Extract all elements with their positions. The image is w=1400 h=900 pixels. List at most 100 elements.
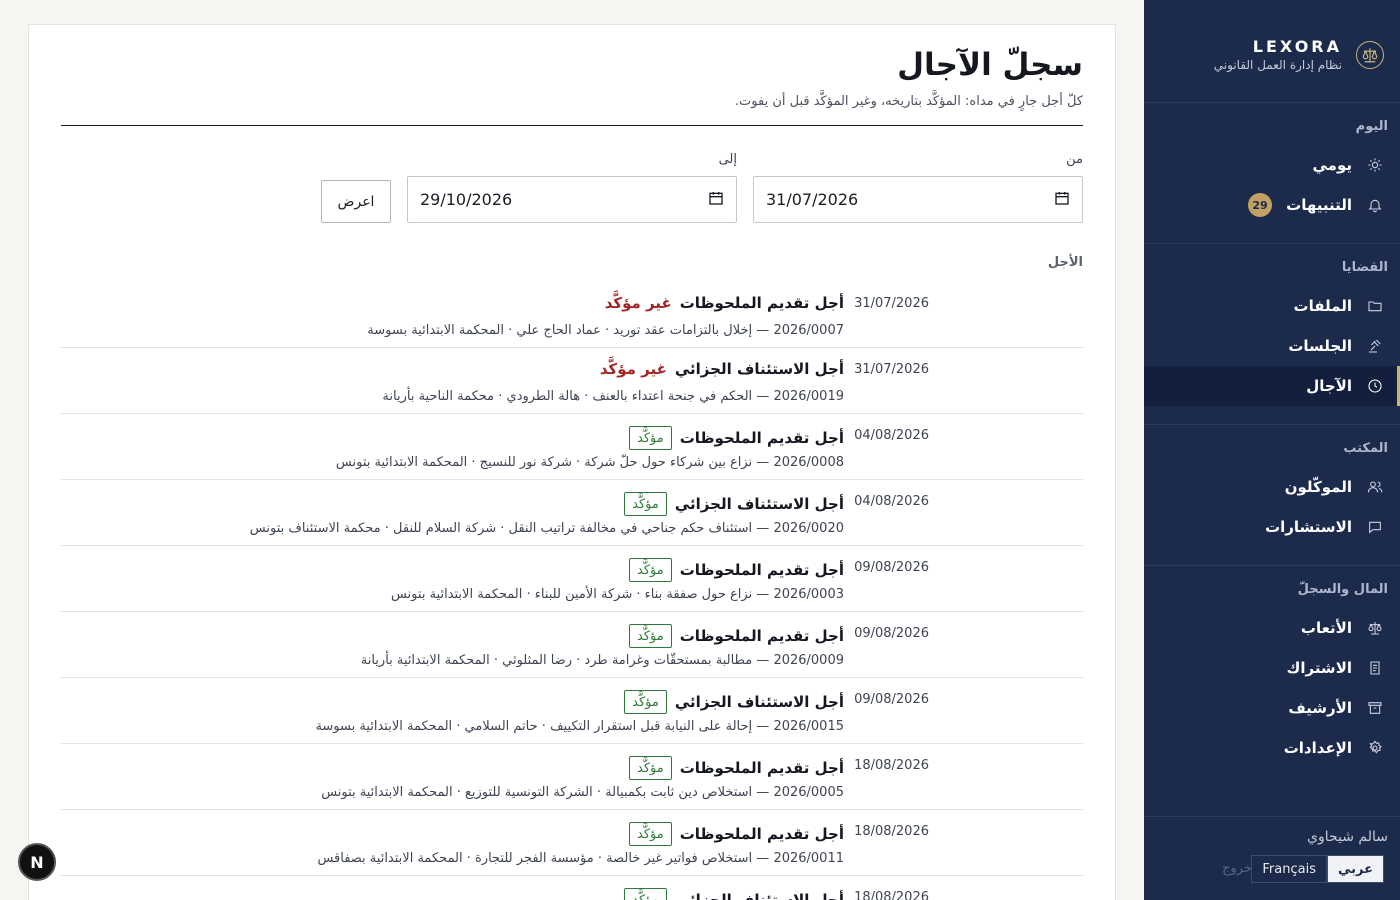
deadlines-panel: سجلّ الآجال كلّ أجل جارٍ في مداه: المؤكَ… — [28, 24, 1116, 900]
scale-icon — [1366, 619, 1384, 637]
brand-name: LEXORA — [1252, 37, 1342, 56]
calendar-icon[interactable] — [708, 190, 724, 210]
scale-logo-icon — [1356, 41, 1384, 69]
status-badge: غير مؤكَّد — [604, 294, 672, 312]
deadline-date: 18/08/2026 — [854, 890, 929, 900]
sidebar-item-subscription[interactable]: الاشتراك — [1144, 648, 1400, 688]
deadline-row[interactable]: 18/08/2026 أجل تقديم الملحوظات مؤكَّد 2026/… — [61, 744, 1083, 810]
lang-french-button[interactable]: Français — [1251, 855, 1327, 883]
deadline-title-line: أجل الاستئناف الجزائي مؤكَّد — [624, 888, 844, 900]
show-button[interactable]: اعرض — [321, 180, 391, 223]
sidebar-item-label: الإعدادات — [1283, 739, 1352, 757]
sidebar-item-hearings[interactable]: الجلسات — [1144, 326, 1400, 366]
deadline-title-line: أجل الاستئناف الجزائي مؤكَّد — [624, 690, 844, 714]
deadline-case-details: 2026/0007 — إخلال بالتزامات عقد توريد · … — [367, 323, 844, 338]
from-date-input[interactable]: 31/07/2026 — [753, 176, 1083, 223]
deadline-title: أجل تقديم الملحوظات — [679, 759, 844, 777]
deadline-column-header: الأجل — [1047, 255, 1083, 270]
user-name: سالم شيحاوي — [1306, 829, 1388, 845]
deadline-date: 09/08/2026 — [854, 626, 929, 641]
user-area: سالم شيحاوي عربي Français خروج — [1144, 816, 1400, 900]
sidebar-item-consultations[interactable]: الاستشارات — [1144, 507, 1400, 547]
sidebar-item-alerts[interactable]: التنبيهات 29 — [1144, 185, 1400, 225]
sidebar-item-settings[interactable]: الإعدادات — [1144, 728, 1400, 768]
deadline-title: أجل تقديم الملحوظات — [679, 294, 844, 312]
deadline-title-line: أجل تقديم الملحوظات غير مؤكَّد — [605, 294, 844, 312]
deadline-row[interactable]: 31/07/2026 أجل تقديم الملحوظات غير مؤكَّد 2… — [61, 282, 1083, 348]
deadline-case-details: 2026/0008 — نزاع بين شركاء حول حلّ شركة … — [335, 455, 844, 470]
deadline-date: 09/08/2026 — [854, 692, 929, 707]
deadline-title-line: أجل تقديم الملحوظات مؤكَّد — [629, 426, 844, 450]
sidebar-item-label: الآجال — [1306, 377, 1352, 395]
status-badge: مؤكَّد — [624, 888, 667, 900]
deadline-title: أجل الاستئناف الجزائي — [674, 693, 844, 711]
status-badge: مؤكَّد — [624, 690, 667, 714]
page-subtitle: كلّ أجل جارٍ في مداه: المؤكَّد بتاريخه، … — [734, 94, 1083, 109]
sidebar-item-label: الموكّلون — [1284, 478, 1352, 496]
sidebar-item-deadlines[interactable]: الآجال — [1144, 366, 1400, 406]
sidebar-item-label: الاشتراك — [1286, 659, 1352, 677]
nav-section-cases: القضايا الملفات الجلسات الآجال — [1144, 244, 1400, 425]
sidebar-item-label: الاستشارات — [1265, 518, 1352, 536]
title-divider — [61, 125, 1083, 126]
archive-icon — [1366, 699, 1384, 717]
deadline-title-line: أجل الاستئناف الجزائي غير مؤكَّد — [600, 360, 844, 378]
sidebar-item-label: الأرشيف — [1288, 699, 1352, 717]
status-badge: مؤكَّد — [629, 822, 672, 846]
deadline-list: 31/07/2026 أجل تقديم الملحوظات غير مؤكَّد 2… — [61, 282, 1083, 900]
sidebar-item-daily[interactable]: يومي — [1144, 145, 1400, 185]
sidebar-item-clients[interactable]: الموكّلون — [1144, 467, 1400, 507]
status-badge: مؤكَّد — [629, 756, 672, 780]
sidebar-item-fees[interactable]: الأتعاب — [1144, 608, 1400, 648]
from-date-value: 31/07/2026 — [766, 190, 859, 209]
deadline-row[interactable]: 31/07/2026 أجل الاستئناف الجزائي غير مؤكَّ… — [61, 348, 1083, 414]
deadline-case-details: 2026/0009 — مطالبة بمستحقّات وغرامة طرد … — [360, 653, 844, 668]
to-date-value: 29/10/2026 — [420, 190, 513, 209]
sidebar-item-label: يومي — [1312, 156, 1353, 174]
nav-heading: اليوم — [1355, 119, 1388, 134]
to-date-input[interactable]: 29/10/2026 — [407, 176, 737, 223]
page-title: سجلّ الآجال — [897, 47, 1083, 83]
deadline-row[interactable]: 09/08/2026 أجل الاستئناف الجزائي مؤكَّد 202… — [61, 678, 1083, 744]
nav-section-finance: المال والسجلّ الأتعاب الاشتراك الأرشيف ا… — [1144, 566, 1400, 786]
deadline-case-details: 2026/0005 — استخلاص دين ثابت بكمبيالة · … — [321, 785, 844, 800]
deadline-row[interactable]: 04/08/2026 أجل تقديم الملحوظات مؤكَّد 2026/… — [61, 414, 1083, 480]
deadline-case-details: 2026/0011 — استخلاص فواتير غير خالصة · م… — [317, 851, 844, 866]
sidebar-item-archive[interactable]: الأرشيف — [1144, 688, 1400, 728]
deadline-date: 31/07/2026 — [854, 296, 929, 311]
deadline-title: أجل الاستئناف الجزائي — [674, 360, 844, 378]
status-badge: غير مؤكَّد — [599, 360, 667, 378]
deadline-row[interactable]: 09/08/2026 أجل تقديم الملحوظات مؤكَّد 2026/… — [61, 546, 1083, 612]
brand-subtitle: نظام إدارة العمل القانوني — [1213, 58, 1342, 72]
deadline-row[interactable]: 09/08/2026 أجل تقديم الملحوظات مؤكَّد 2026/… — [61, 612, 1083, 678]
to-label: إلى — [718, 152, 737, 167]
nav-heading: المال والسجلّ — [1297, 582, 1388, 597]
deadline-title-line: أجل تقديم الملحوظات مؤكَّد — [629, 558, 844, 582]
lang-arabic-button[interactable]: عربي — [1326, 855, 1384, 883]
language-switcher: عربي Français — [1251, 855, 1384, 883]
sidebar-item-label: الملفات — [1293, 297, 1352, 315]
deadline-row[interactable]: 04/08/2026 أجل الاستئناف الجزائي مؤكَّد 202… — [61, 480, 1083, 546]
deadline-row[interactable]: 18/08/2026 أجل تقديم الملحوظات مؤكَّد 2026/… — [61, 810, 1083, 876]
deadline-row[interactable]: 18/08/2026 أجل الاستئناف الجزائي مؤكَّد — [61, 876, 1083, 900]
brand: LEXORA نظام إدارة العمل القانوني — [1144, 0, 1400, 103]
logout-button[interactable]: خروج — [1222, 861, 1252, 876]
chat-icon — [1366, 518, 1384, 536]
calendar-icon[interactable] — [1054, 190, 1070, 210]
deadline-title-line: أجل تقديم الملحوظات مؤكَّد — [629, 624, 844, 648]
bell-icon — [1366, 196, 1384, 214]
sidebar-item-files[interactable]: الملفات — [1144, 286, 1400, 326]
gear-icon — [1366, 739, 1384, 757]
nav-section-today: اليوم يومي التنبيهات 29 — [1144, 103, 1400, 244]
deadline-title: أجل تقديم الملحوظات — [679, 627, 844, 645]
nav-heading: القضايا — [1341, 260, 1388, 275]
deadline-case-details: 2026/0015 — إحالة على النيابة قبل استقرا… — [315, 719, 844, 734]
sidebar-item-label: الأتعاب — [1300, 619, 1352, 637]
nav-section-office: المكتب الموكّلون الاستشارات — [1144, 425, 1400, 566]
dev-tools-button[interactable]: N — [18, 843, 56, 881]
deadline-title: أجل تقديم الملحوظات — [679, 429, 844, 447]
deadline-date: 04/08/2026 — [854, 428, 929, 443]
status-badge: مؤكَّد — [629, 624, 672, 648]
clock-icon — [1366, 377, 1384, 395]
deadline-case-details: 2026/0019 — الحكم في جنحة اعتداء بالعنف … — [382, 389, 844, 404]
